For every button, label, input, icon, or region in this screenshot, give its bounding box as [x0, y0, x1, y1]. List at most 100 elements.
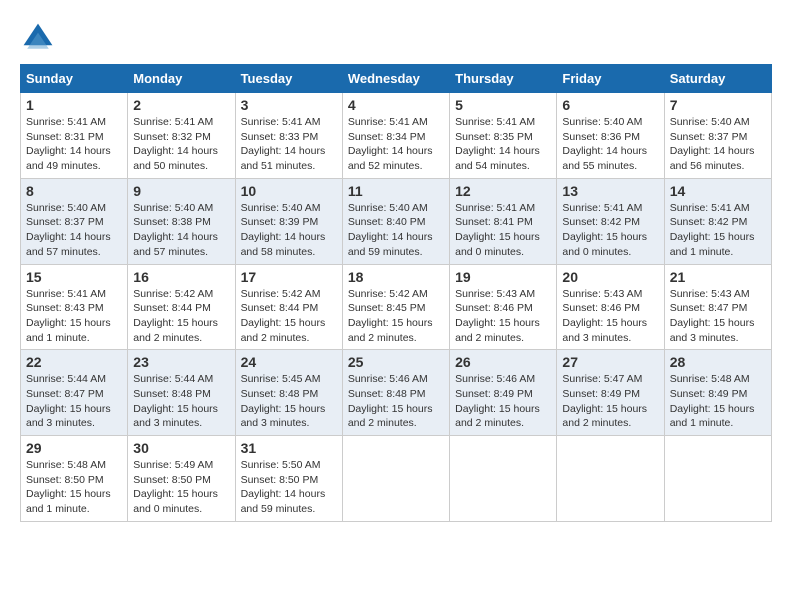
- day-number: 28: [670, 354, 766, 370]
- calendar-day: 10 Sunrise: 5:40 AMSunset: 8:39 PMDaylig…: [235, 178, 342, 264]
- calendar-day: 24 Sunrise: 5:45 AMSunset: 8:48 PMDaylig…: [235, 350, 342, 436]
- day-info: Sunrise: 5:43 AMSunset: 8:46 PMDaylight:…: [455, 287, 551, 346]
- day-info: Sunrise: 5:46 AMSunset: 8:48 PMDaylight:…: [348, 372, 444, 431]
- day-number: 10: [241, 183, 337, 199]
- calendar-week-2: 8 Sunrise: 5:40 AMSunset: 8:37 PMDayligh…: [21, 178, 772, 264]
- calendar-day: 27 Sunrise: 5:47 AMSunset: 8:49 PMDaylig…: [557, 350, 664, 436]
- calendar-week-3: 15 Sunrise: 5:41 AMSunset: 8:43 PMDaylig…: [21, 264, 772, 350]
- day-number: 21: [670, 269, 766, 285]
- day-info: Sunrise: 5:41 AMSunset: 8:32 PMDaylight:…: [133, 115, 229, 174]
- day-number: 16: [133, 269, 229, 285]
- calendar-day: [342, 436, 449, 522]
- day-number: 5: [455, 97, 551, 113]
- day-info: Sunrise: 5:50 AMSunset: 8:50 PMDaylight:…: [241, 458, 337, 517]
- day-info: Sunrise: 5:45 AMSunset: 8:48 PMDaylight:…: [241, 372, 337, 431]
- day-number: 27: [562, 354, 658, 370]
- calendar-week-1: 1 Sunrise: 5:41 AMSunset: 8:31 PMDayligh…: [21, 93, 772, 179]
- header-tuesday: Tuesday: [235, 65, 342, 93]
- calendar-day: 13 Sunrise: 5:41 AMSunset: 8:42 PMDaylig…: [557, 178, 664, 264]
- calendar-day: 19 Sunrise: 5:43 AMSunset: 8:46 PMDaylig…: [450, 264, 557, 350]
- day-number: 9: [133, 183, 229, 199]
- day-info: Sunrise: 5:48 AMSunset: 8:50 PMDaylight:…: [26, 458, 122, 517]
- day-number: 24: [241, 354, 337, 370]
- calendar-day: 2 Sunrise: 5:41 AMSunset: 8:32 PMDayligh…: [128, 93, 235, 179]
- day-info: Sunrise: 5:42 AMSunset: 8:44 PMDaylight:…: [133, 287, 229, 346]
- day-info: Sunrise: 5:40 AMSunset: 8:37 PMDaylight:…: [670, 115, 766, 174]
- calendar-day: 25 Sunrise: 5:46 AMSunset: 8:48 PMDaylig…: [342, 350, 449, 436]
- calendar-day: 31 Sunrise: 5:50 AMSunset: 8:50 PMDaylig…: [235, 436, 342, 522]
- day-info: Sunrise: 5:49 AMSunset: 8:50 PMDaylight:…: [133, 458, 229, 517]
- day-number: 30: [133, 440, 229, 456]
- calendar-day: 16 Sunrise: 5:42 AMSunset: 8:44 PMDaylig…: [128, 264, 235, 350]
- day-number: 8: [26, 183, 122, 199]
- day-info: Sunrise: 5:43 AMSunset: 8:46 PMDaylight:…: [562, 287, 658, 346]
- day-info: Sunrise: 5:41 AMSunset: 8:42 PMDaylight:…: [670, 201, 766, 260]
- day-info: Sunrise: 5:41 AMSunset: 8:43 PMDaylight:…: [26, 287, 122, 346]
- day-number: 4: [348, 97, 444, 113]
- day-info: Sunrise: 5:40 AMSunset: 8:36 PMDaylight:…: [562, 115, 658, 174]
- header-saturday: Saturday: [664, 65, 771, 93]
- calendar-day: 26 Sunrise: 5:46 AMSunset: 8:49 PMDaylig…: [450, 350, 557, 436]
- calendar-day: [557, 436, 664, 522]
- day-info: Sunrise: 5:41 AMSunset: 8:35 PMDaylight:…: [455, 115, 551, 174]
- day-info: Sunrise: 5:46 AMSunset: 8:49 PMDaylight:…: [455, 372, 551, 431]
- calendar-table: SundayMondayTuesdayWednesdayThursdayFrid…: [20, 64, 772, 522]
- header-wednesday: Wednesday: [342, 65, 449, 93]
- day-number: 13: [562, 183, 658, 199]
- calendar-day: 4 Sunrise: 5:41 AMSunset: 8:34 PMDayligh…: [342, 93, 449, 179]
- calendar-day: 5 Sunrise: 5:41 AMSunset: 8:35 PMDayligh…: [450, 93, 557, 179]
- calendar-day: 7 Sunrise: 5:40 AMSunset: 8:37 PMDayligh…: [664, 93, 771, 179]
- calendar-day: 30 Sunrise: 5:49 AMSunset: 8:50 PMDaylig…: [128, 436, 235, 522]
- header-thursday: Thursday: [450, 65, 557, 93]
- day-info: Sunrise: 5:40 AMSunset: 8:37 PMDaylight:…: [26, 201, 122, 260]
- day-number: 3: [241, 97, 337, 113]
- day-info: Sunrise: 5:41 AMSunset: 8:31 PMDaylight:…: [26, 115, 122, 174]
- calendar-day: [450, 436, 557, 522]
- header-monday: Monday: [128, 65, 235, 93]
- day-number: 12: [455, 183, 551, 199]
- day-info: Sunrise: 5:42 AMSunset: 8:44 PMDaylight:…: [241, 287, 337, 346]
- day-number: 2: [133, 97, 229, 113]
- day-info: Sunrise: 5:44 AMSunset: 8:47 PMDaylight:…: [26, 372, 122, 431]
- day-number: 7: [670, 97, 766, 113]
- day-info: Sunrise: 5:41 AMSunset: 8:42 PMDaylight:…: [562, 201, 658, 260]
- calendar-day: 20 Sunrise: 5:43 AMSunset: 8:46 PMDaylig…: [557, 264, 664, 350]
- calendar-day: 15 Sunrise: 5:41 AMSunset: 8:43 PMDaylig…: [21, 264, 128, 350]
- day-number: 31: [241, 440, 337, 456]
- day-info: Sunrise: 5:40 AMSunset: 8:39 PMDaylight:…: [241, 201, 337, 260]
- day-number: 20: [562, 269, 658, 285]
- calendar-day: 9 Sunrise: 5:40 AMSunset: 8:38 PMDayligh…: [128, 178, 235, 264]
- calendar-day: 23 Sunrise: 5:44 AMSunset: 8:48 PMDaylig…: [128, 350, 235, 436]
- calendar-day: 8 Sunrise: 5:40 AMSunset: 8:37 PMDayligh…: [21, 178, 128, 264]
- calendar-day: 14 Sunrise: 5:41 AMSunset: 8:42 PMDaylig…: [664, 178, 771, 264]
- calendar-week-5: 29 Sunrise: 5:48 AMSunset: 8:50 PMDaylig…: [21, 436, 772, 522]
- calendar-day: [664, 436, 771, 522]
- day-number: 15: [26, 269, 122, 285]
- day-number: 11: [348, 183, 444, 199]
- day-info: Sunrise: 5:40 AMSunset: 8:38 PMDaylight:…: [133, 201, 229, 260]
- calendar-day: 17 Sunrise: 5:42 AMSunset: 8:44 PMDaylig…: [235, 264, 342, 350]
- day-number: 19: [455, 269, 551, 285]
- day-number: 18: [348, 269, 444, 285]
- day-number: 25: [348, 354, 444, 370]
- calendar-header-row: SundayMondayTuesdayWednesdayThursdayFrid…: [21, 65, 772, 93]
- day-info: Sunrise: 5:42 AMSunset: 8:45 PMDaylight:…: [348, 287, 444, 346]
- calendar-day: 21 Sunrise: 5:43 AMSunset: 8:47 PMDaylig…: [664, 264, 771, 350]
- day-number: 6: [562, 97, 658, 113]
- day-number: 29: [26, 440, 122, 456]
- page-header: [20, 20, 772, 56]
- day-info: Sunrise: 5:41 AMSunset: 8:41 PMDaylight:…: [455, 201, 551, 260]
- calendar-week-4: 22 Sunrise: 5:44 AMSunset: 8:47 PMDaylig…: [21, 350, 772, 436]
- calendar-day: 28 Sunrise: 5:48 AMSunset: 8:49 PMDaylig…: [664, 350, 771, 436]
- header-friday: Friday: [557, 65, 664, 93]
- day-number: 1: [26, 97, 122, 113]
- logo: [20, 20, 60, 56]
- day-info: Sunrise: 5:44 AMSunset: 8:48 PMDaylight:…: [133, 372, 229, 431]
- header-sunday: Sunday: [21, 65, 128, 93]
- calendar-day: 18 Sunrise: 5:42 AMSunset: 8:45 PMDaylig…: [342, 264, 449, 350]
- day-number: 17: [241, 269, 337, 285]
- day-number: 26: [455, 354, 551, 370]
- day-number: 14: [670, 183, 766, 199]
- calendar-day: 11 Sunrise: 5:40 AMSunset: 8:40 PMDaylig…: [342, 178, 449, 264]
- day-info: Sunrise: 5:47 AMSunset: 8:49 PMDaylight:…: [562, 372, 658, 431]
